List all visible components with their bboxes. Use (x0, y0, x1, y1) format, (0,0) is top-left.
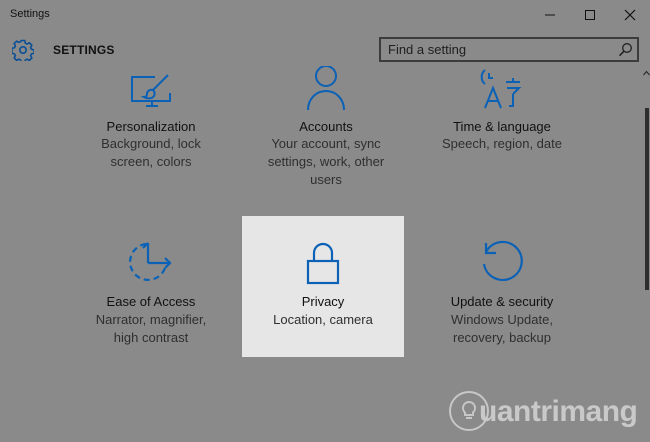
tile-description: Background, lock screen, colors (101, 136, 201, 169)
tile-name: Update & security (450, 294, 554, 309)
tile-name: Privacy (301, 294, 345, 309)
tile-name: Accounts (299, 119, 353, 134)
window-title: Settings (10, 8, 50, 20)
tile-name: Ease of Access (106, 294, 196, 309)
gear-icon (12, 39, 34, 61)
watermark-text: uantrimang (479, 395, 638, 428)
close-button[interactable] (610, 0, 650, 30)
lightbulb-icon (461, 400, 477, 419)
tile-update-security[interactable]: Update & security Windows Update, recove… (421, 216, 583, 356)
maximize-icon (585, 10, 595, 20)
tile-name: Time & language (453, 119, 551, 134)
tile-description: Narrator, magnifier, high contrast (95, 312, 207, 345)
tile-ease-of-access[interactable]: Ease of Access Narrator, magnifier, high… (70, 216, 232, 356)
settings-header: SETTINGS (0, 30, 650, 70)
personalization-icon (131, 74, 171, 107)
page-title: SETTINGS (53, 43, 115, 57)
search-box[interactable] (379, 37, 639, 62)
minimize-icon (545, 14, 555, 16)
tile-description: Speech, region, date (442, 136, 562, 151)
tile-name: Personalization (106, 119, 196, 134)
lock-icon (306, 242, 340, 285)
update-security-icon (482, 240, 523, 281)
close-icon (624, 9, 636, 21)
tile-time-language[interactable]: Time & language Speech, region, date (421, 66, 583, 206)
ease-of-access-icon (129, 242, 172, 281)
maximize-button[interactable] (570, 0, 610, 30)
tile-description: Windows Update, recovery, backup (451, 312, 553, 345)
accounts-icon (307, 66, 345, 111)
tile-personalization[interactable]: Personalization Background, lock screen,… (70, 66, 232, 206)
scroll-thumb[interactable] (645, 108, 649, 290)
tile-privacy[interactable]: Privacy Location, camera (242, 216, 404, 357)
minimize-button[interactable] (530, 0, 570, 30)
search-icon[interactable] (618, 42, 633, 57)
tile-description: Location, camera (273, 312, 373, 327)
watermark-logo: uantrimang (449, 390, 639, 434)
tile-accounts[interactable]: Accounts Your account, sync settings, wo… (245, 66, 407, 206)
tile-description: Your account, sync settings, work, other… (267, 136, 385, 187)
search-input[interactable] (381, 39, 613, 60)
time-language-icon (480, 69, 522, 109)
scroll-up-arrow-icon[interactable] (643, 70, 650, 76)
scrollbar[interactable] (642, 70, 650, 442)
title-bar: Settings (0, 0, 650, 30)
